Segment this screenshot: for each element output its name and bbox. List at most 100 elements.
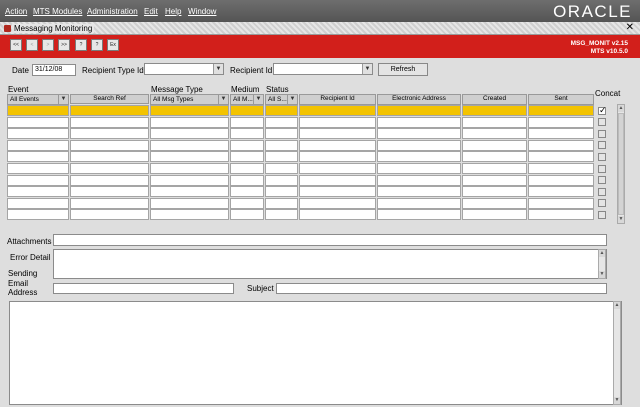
info-button[interactable]: ? <box>91 39 103 51</box>
concat-checkbox[interactable] <box>598 129 606 138</box>
created-header[interactable]: Created <box>462 94 527 105</box>
grid-cell[interactable] <box>230 163 264 174</box>
grid-cell[interactable] <box>70 197 149 209</box>
grid-cell[interactable] <box>299 174 376 186</box>
scroll-down-icon[interactable]: ▼ <box>618 216 624 223</box>
grid-cell[interactable] <box>528 105 594 116</box>
grid-cell[interactable] <box>7 116 69 128</box>
menu-window[interactable]: Window <box>188 7 216 16</box>
grid-cell[interactable] <box>70 186 149 198</box>
grid-cell[interactable] <box>528 139 594 151</box>
grid-cell[interactable] <box>230 186 264 198</box>
grid-cell[interactable] <box>230 151 264 163</box>
scroll-up-icon[interactable]: ▲ <box>618 105 624 112</box>
grid-cell[interactable] <box>150 116 229 128</box>
grid-cell[interactable] <box>462 116 527 128</box>
grid-cell[interactable] <box>230 197 264 209</box>
refresh-button[interactable]: Refresh <box>378 63 428 76</box>
grid-cell[interactable] <box>528 209 594 221</box>
grid-cell[interactable] <box>230 116 264 128</box>
grid-cell[interactable] <box>70 174 149 186</box>
grid-cell[interactable] <box>377 186 461 198</box>
date-field[interactable]: 31/12/08 <box>32 64 76 76</box>
grid-cell[interactable] <box>70 128 149 140</box>
grid-cell[interactable] <box>265 151 298 163</box>
exit-button[interactable]: Ex <box>107 39 119 51</box>
concat-checkbox[interactable] <box>598 152 606 161</box>
status-filter[interactable]: All S... ▼ <box>265 94 298 105</box>
grid-cell[interactable] <box>7 197 69 209</box>
attachments-field[interactable] <box>53 234 607 246</box>
previous-record-button[interactable]: < <box>26 39 38 51</box>
grid-cell[interactable] <box>462 139 527 151</box>
grid-cell[interactable] <box>528 186 594 198</box>
grid-cell[interactable] <box>462 197 527 209</box>
grid-cell[interactable] <box>70 139 149 151</box>
medium-filter[interactable]: All M... ▼ <box>230 94 264 105</box>
grid-cell[interactable] <box>230 139 264 151</box>
menu-mts-modules[interactable]: MTS Modules <box>33 7 82 16</box>
concat-checkbox[interactable] <box>598 118 606 127</box>
grid-cell[interactable] <box>230 105 264 116</box>
grid-cell[interactable] <box>528 163 594 174</box>
grid-cell[interactable] <box>528 128 594 140</box>
grid-cell[interactable] <box>377 174 461 186</box>
grid-cell[interactable] <box>377 116 461 128</box>
grid-cell[interactable] <box>377 151 461 163</box>
grid-cell[interactable] <box>462 174 527 186</box>
grid-cell[interactable] <box>7 163 69 174</box>
menu-edit[interactable]: Edit <box>144 7 158 16</box>
grid-cell[interactable] <box>299 163 376 174</box>
next-record-button[interactable]: > <box>42 39 54 51</box>
grid-cell[interactable] <box>265 197 298 209</box>
recipient-id-select[interactable]: ▼ <box>273 63 373 75</box>
scroll-up-icon[interactable]: ▲ <box>599 250 605 257</box>
grid-cell[interactable] <box>7 174 69 186</box>
last-record-button[interactable]: >> <box>58 39 70 51</box>
chevron-down-icon[interactable]: ▼ <box>218 95 228 104</box>
grid-cell[interactable] <box>265 116 298 128</box>
menu-action[interactable]: Action <box>5 7 27 16</box>
grid-cell[interactable] <box>265 209 298 221</box>
concat-checkbox[interactable] <box>598 164 606 173</box>
grid-cell[interactable] <box>377 197 461 209</box>
error-detail-field[interactable]: ▲ ▼ <box>53 249 607 279</box>
grid-cell[interactable] <box>70 163 149 174</box>
grid-cell[interactable] <box>265 174 298 186</box>
grid-cell[interactable] <box>70 116 149 128</box>
grid-cell[interactable] <box>528 197 594 209</box>
grid-cell[interactable] <box>7 186 69 198</box>
concat-checkbox[interactable] <box>598 210 606 219</box>
recipient-id-header[interactable]: Recipient Id <box>299 94 376 105</box>
grid-cell[interactable] <box>299 209 376 221</box>
message-body-field[interactable]: ▲ ▼ <box>9 301 622 405</box>
grid-cell[interactable] <box>265 128 298 140</box>
grid-scrollbar[interactable]: ▲ ▼ <box>617 104 625 224</box>
grid-cell[interactable] <box>7 151 69 163</box>
concat-checkbox[interactable] <box>598 199 606 208</box>
grid-cell[interactable] <box>528 116 594 128</box>
grid-cell[interactable] <box>299 197 376 209</box>
grid-cell[interactable] <box>7 139 69 151</box>
grid-cell[interactable] <box>299 128 376 140</box>
grid-cell[interactable] <box>7 209 69 221</box>
message-body-scrollbar[interactable]: ▲ ▼ <box>613 301 621 405</box>
grid-cell[interactable] <box>150 105 229 116</box>
scroll-down-icon[interactable]: ▼ <box>599 271 605 278</box>
chevron-down-icon[interactable]: ▼ <box>362 64 372 74</box>
grid-cell[interactable] <box>7 128 69 140</box>
scroll-down-icon[interactable]: ▼ <box>614 397 620 404</box>
chevron-down-icon[interactable]: ▼ <box>58 95 68 104</box>
grid-cell[interactable] <box>265 186 298 198</box>
grid-cell[interactable] <box>150 139 229 151</box>
menu-administration[interactable]: Administration <box>87 7 138 16</box>
grid-cell[interactable] <box>70 209 149 221</box>
grid-cell[interactable] <box>377 209 461 221</box>
close-icon[interactable]: ✕ <box>626 22 634 33</box>
sent-header[interactable]: Sent <box>528 94 594 105</box>
grid-cell[interactable] <box>70 105 149 116</box>
recipient-type-select[interactable]: ▼ <box>144 63 224 75</box>
grid-cell[interactable] <box>265 139 298 151</box>
grid-cell[interactable] <box>299 116 376 128</box>
grid-cell[interactable] <box>462 151 527 163</box>
